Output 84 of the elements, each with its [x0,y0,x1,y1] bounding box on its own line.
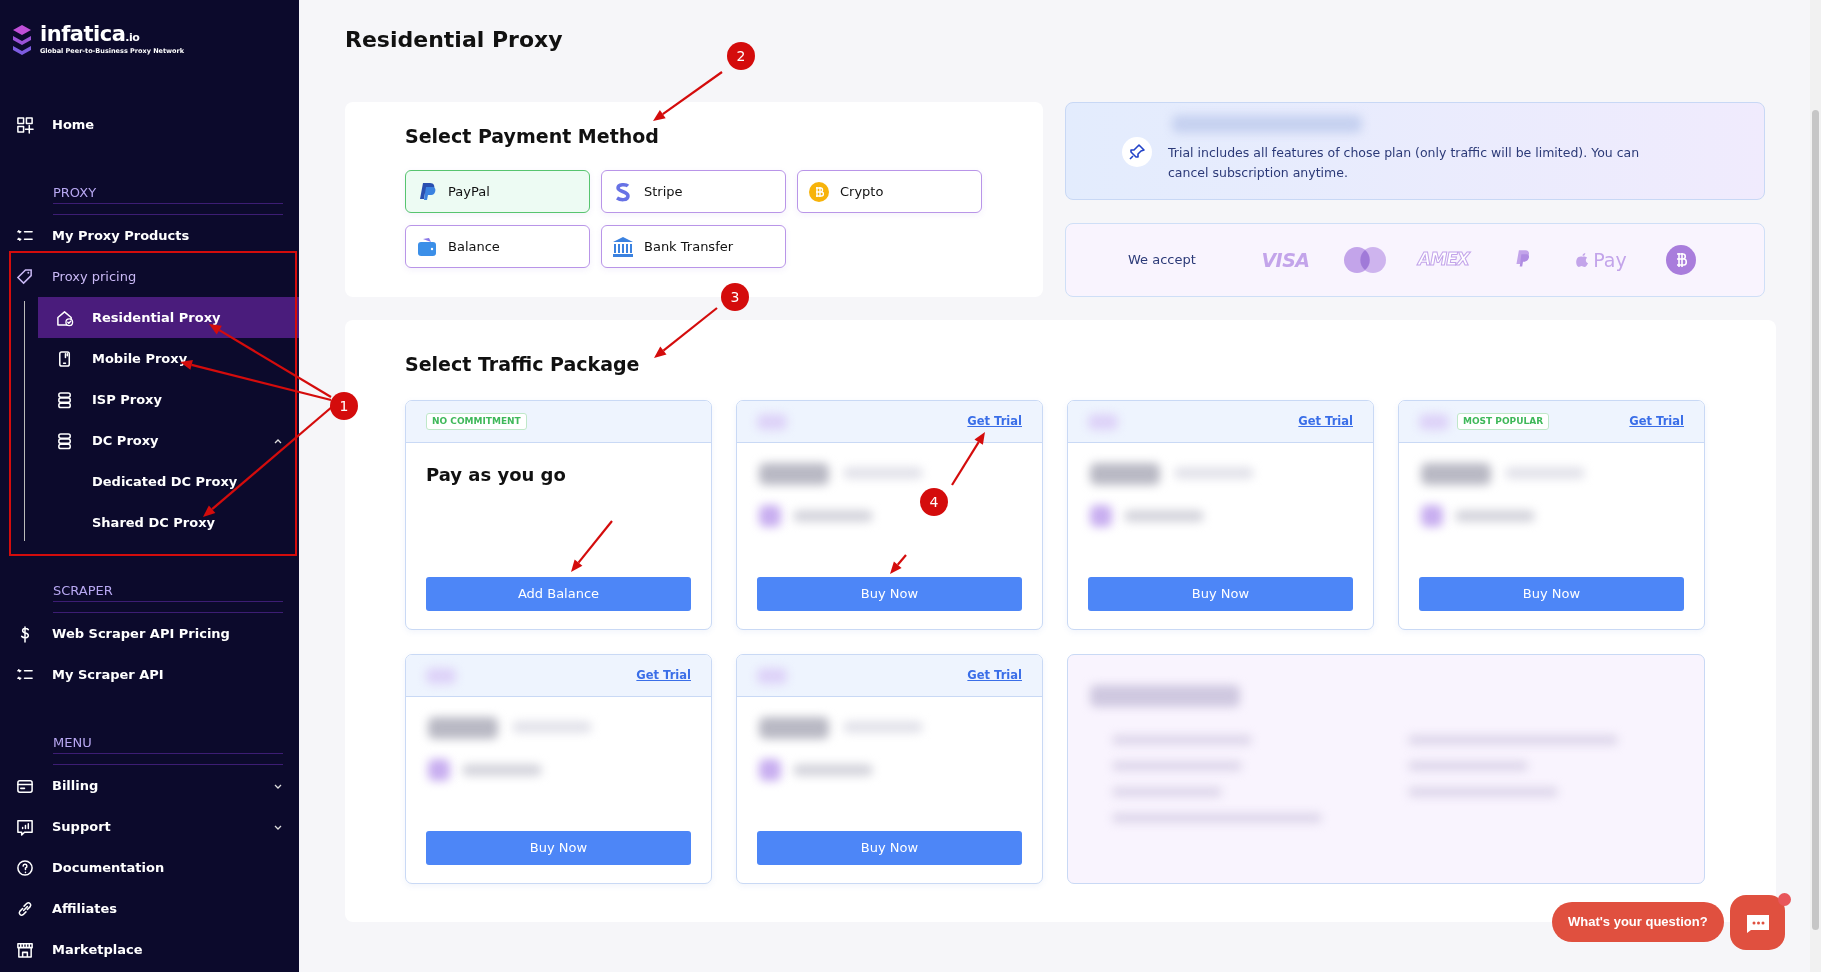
sidebar-item[interactable]: My Scraper API [0,654,299,695]
blurred-text [1090,463,1160,485]
chat-bubble-icon [1744,912,1771,933]
sidebar-item[interactable]: Shared DC Proxy [0,502,299,543]
step-marker: 2 [727,42,755,70]
blurred-text [1419,413,1449,430]
section-heading: PROXY [53,183,283,204]
visa-logo: VISA [1261,247,1310,273]
sidebar-item[interactable]: Proxy pricing [0,256,299,297]
payment-method-button[interactable]: Crypto [797,170,982,213]
get-trial-link[interactable]: Get Trial [1298,412,1353,431]
sidebar-item[interactable]: ISP Proxy [0,379,299,420]
annotation-arrow [890,554,907,574]
payment-method-button[interactable]: Bank Transfer [601,225,786,268]
pin-icon [1122,137,1152,167]
store-icon [16,940,34,959]
annotation-arrow [654,307,718,358]
get-trial-link[interactable]: Get Trial [1629,412,1684,431]
wallet-icon [416,235,438,258]
step-marker: 1 [330,392,358,420]
mastercard-logo-icon [1342,246,1387,274]
blurred-text [428,717,498,739]
plan-title: Pay as you go [426,463,567,487]
chat-button[interactable] [1730,895,1785,950]
chat-prompt-button[interactable]: What's your question? [1552,902,1724,942]
sidebar-item[interactable]: Web Scraper API Pricing [0,613,299,654]
blurred-text [757,413,787,430]
bitcoin-icon [808,180,830,203]
accepted-label: We accept [1128,251,1197,270]
badge: MOST POPULAR [1457,412,1550,431]
annotation-arrow [653,71,723,121]
sidebar-item[interactable]: Billing [0,765,299,806]
section-title: Select Traffic Package [405,352,640,377]
section-title: Select Payment Method [405,124,660,148]
annotation-arrow [571,520,613,572]
badge: NO COMMITMENT [426,412,527,431]
sidebar-item[interactable]: DC Proxy [0,420,299,461]
get-trial-link[interactable]: Get Trial [967,666,1022,685]
apple-pay-logo: Pay [1576,245,1627,275]
get-trial-link[interactable]: Get Trial [967,412,1022,431]
sidebar-item[interactable]: Marketplace [0,929,299,970]
sidebar-item[interactable]: Residential Proxy [38,297,299,338]
sidebar-item[interactable]: My Proxy Products [0,215,299,256]
payment-method-button[interactable]: PayPal [405,170,590,213]
sidebar-item[interactable]: Mobile Proxy [0,338,299,379]
blurred-text [428,759,450,781]
payment-method-button[interactable]: Stripe [601,170,786,213]
scrollbar-thumb[interactable] [1812,110,1819,930]
server-icon [56,431,74,450]
sidebar-item[interactable]: Home [0,104,299,145]
blurred-text [757,667,787,684]
step-marker: 3 [721,283,749,311]
blurred-text [759,505,781,527]
amex-logo: AMEX [1418,248,1469,272]
logo-wordmark[interactable]: infatica.io [40,24,185,45]
house-icon [56,308,74,327]
blurred-text [1421,505,1443,527]
blurred-text [1421,463,1491,485]
blurred-text [1088,413,1118,430]
bitcoin-logo-icon [1665,245,1696,275]
blurred-text [426,667,456,684]
annotation-arrow [951,432,985,486]
server-icon [56,390,74,409]
section-heading: MENU [53,733,283,754]
sidebar-item[interactable]: Documentation [0,847,299,888]
payment-method-button[interactable]: Balance [405,225,590,268]
blurred-text [759,759,781,781]
step-marker: 4 [920,488,948,516]
get-trial-link[interactable]: Get Trial [636,666,691,685]
blurred-text [759,463,829,485]
sidebar-item[interactable]: Affiliates [0,888,299,929]
blurred-text [759,717,829,739]
page-title: Residential Proxy [345,26,563,54]
link-icon [16,899,34,918]
grid-icon [16,115,34,134]
sidebar-item[interactable]: Support [0,806,299,847]
help-icon [16,858,34,877]
trial-note: Trial includes all features of chose plan (only traffic will be limited). You can cancel subscription anytime. [1168,144,1641,182]
sidebar-item[interactable]: Dedicated DC Proxy [0,461,299,502]
section-heading: SCRAPER [53,581,283,602]
blurred-text [1090,505,1112,527]
tag-icon [16,267,34,286]
bank-icon [612,235,634,258]
chart-message-icon [16,817,34,836]
